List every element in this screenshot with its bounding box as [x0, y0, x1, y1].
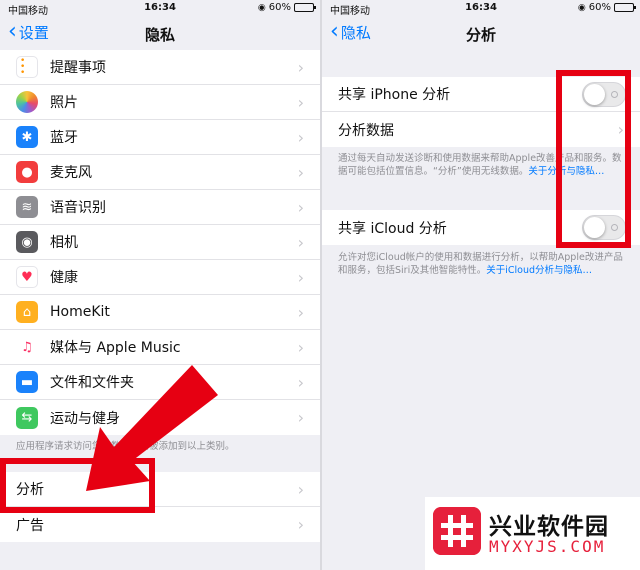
battery-icon — [614, 3, 636, 12]
chevron-right-icon: › — [297, 338, 304, 357]
status-bar: 中国移动 16:34 ◉ 60% — [0, 0, 320, 17]
chevron-right-icon: › — [297, 93, 304, 112]
bluetooth-icon: ✱ — [16, 126, 38, 148]
camera-icon: ◉ — [16, 231, 38, 253]
privacy-item-label: 提醒事项 — [50, 60, 106, 76]
privacy-item-8[interactable]: ♫ 媒体与 Apple Music › — [0, 330, 320, 365]
status-bar: 中国移动 16:34 ◉ 60% — [322, 0, 640, 17]
privacy-item-7[interactable]: ⌂ HomeKit › — [0, 295, 320, 330]
red-arrow-icon — [86, 365, 218, 491]
files-icon: ▬ — [16, 371, 38, 393]
privacy-item-2[interactable]: ✱ 蓝牙 › — [0, 120, 320, 155]
nav-bar: ‹ 隐私 分析 — [322, 16, 640, 50]
privacy-item-1[interactable]: 照片 › — [0, 85, 320, 120]
nav-bar: ‹ 设置 隐私 — [0, 16, 320, 50]
chevron-right-icon: › — [297, 408, 304, 427]
watermark: 兴业软件园 MYXYJS.COM — [425, 497, 640, 570]
chevron-right-icon: › — [297, 268, 304, 287]
share-icloud-footnote: 允许对您iCloud帐户的使用和数据进行分析，以帮助Apple改进产品和服务，包… — [338, 251, 628, 277]
share-icloud-analytics-label: 共享 iCloud 分析 — [338, 220, 447, 237]
chevron-right-icon: › — [297, 515, 304, 534]
advertising-label: 广告 — [16, 517, 44, 534]
battery-percent: 60% — [268, 2, 291, 13]
page-title: 隐私 — [144, 26, 175, 44]
privacy-item-4[interactable]: ≋ 语音识别 › — [0, 190, 320, 225]
speech-recognition-icon: ≋ — [16, 196, 38, 218]
highlight-box-toggles — [556, 70, 631, 248]
chevron-right-icon: › — [297, 128, 304, 147]
battery-status: ◉ 60% — [577, 2, 636, 13]
watermark-name: 兴业软件园 — [489, 514, 609, 540]
privacy-item-label: 蓝牙 — [50, 130, 78, 146]
privacy-item-5[interactable]: ◉ 相机 › — [0, 225, 320, 260]
microphone-icon: ● — [16, 161, 38, 183]
chevron-right-icon: › — [297, 233, 304, 252]
battery-status: ◉ 60% — [257, 2, 316, 13]
privacy-item-6[interactable]: ♥ 健康 › — [0, 260, 320, 295]
chevron-right-icon: › — [297, 163, 304, 182]
fitness-icon: ⇆ — [16, 406, 38, 429]
reminders-icon: • • • — [16, 56, 38, 78]
privacy-item-label: 媒体与 Apple Music — [50, 340, 181, 356]
analytics-data-label: 分析数据 — [338, 122, 394, 139]
chevron-right-icon: › — [297, 58, 304, 77]
privacy-item-label: 麦克风 — [50, 165, 92, 181]
battery-icon — [294, 3, 316, 12]
share-iphone-analytics-label: 共享 iPhone 分析 — [338, 87, 451, 103]
chevron-right-icon: › — [297, 480, 304, 499]
battery-percent: 60% — [588, 2, 611, 13]
privacy-item-label: 语音识别 — [50, 200, 106, 216]
health-icon: ♥ — [16, 266, 38, 288]
privacy-item-label: 健康 — [50, 270, 78, 286]
hash-logo-icon — [433, 507, 481, 555]
about-icloud-analytics-privacy-link[interactable]: 关于iCloud分析与隐私… — [486, 265, 592, 276]
rotation-lock-icon: ◉ — [257, 2, 266, 13]
privacy-item-label: 照片 — [50, 95, 78, 111]
rotation-lock-icon: ◉ — [577, 2, 586, 13]
screenshot-stage: 中国移动 16:34 ◉ 60% ‹ 设置 隐私 • • • 提醒事项 › 照片 › ✱ 蓝牙 ›… — [0, 0, 640, 570]
homekit-icon: ⌂ — [16, 301, 38, 323]
chevron-right-icon: › — [297, 373, 304, 392]
photos-icon — [16, 91, 38, 113]
privacy-item-0[interactable]: • • • 提醒事项 › — [0, 50, 320, 85]
chevron-right-icon: › — [297, 303, 304, 322]
chevron-right-icon: › — [297, 198, 304, 217]
page-title: 分析 — [465, 26, 496, 44]
watermark-domain: MYXYJS.COM — [489, 537, 606, 556]
privacy-item-3[interactable]: ● 麦克风 › — [0, 155, 320, 190]
privacy-item-label: HomeKit — [50, 304, 110, 320]
music-icon: ♫ — [16, 336, 38, 358]
privacy-item-label: 相机 — [50, 235, 78, 251]
